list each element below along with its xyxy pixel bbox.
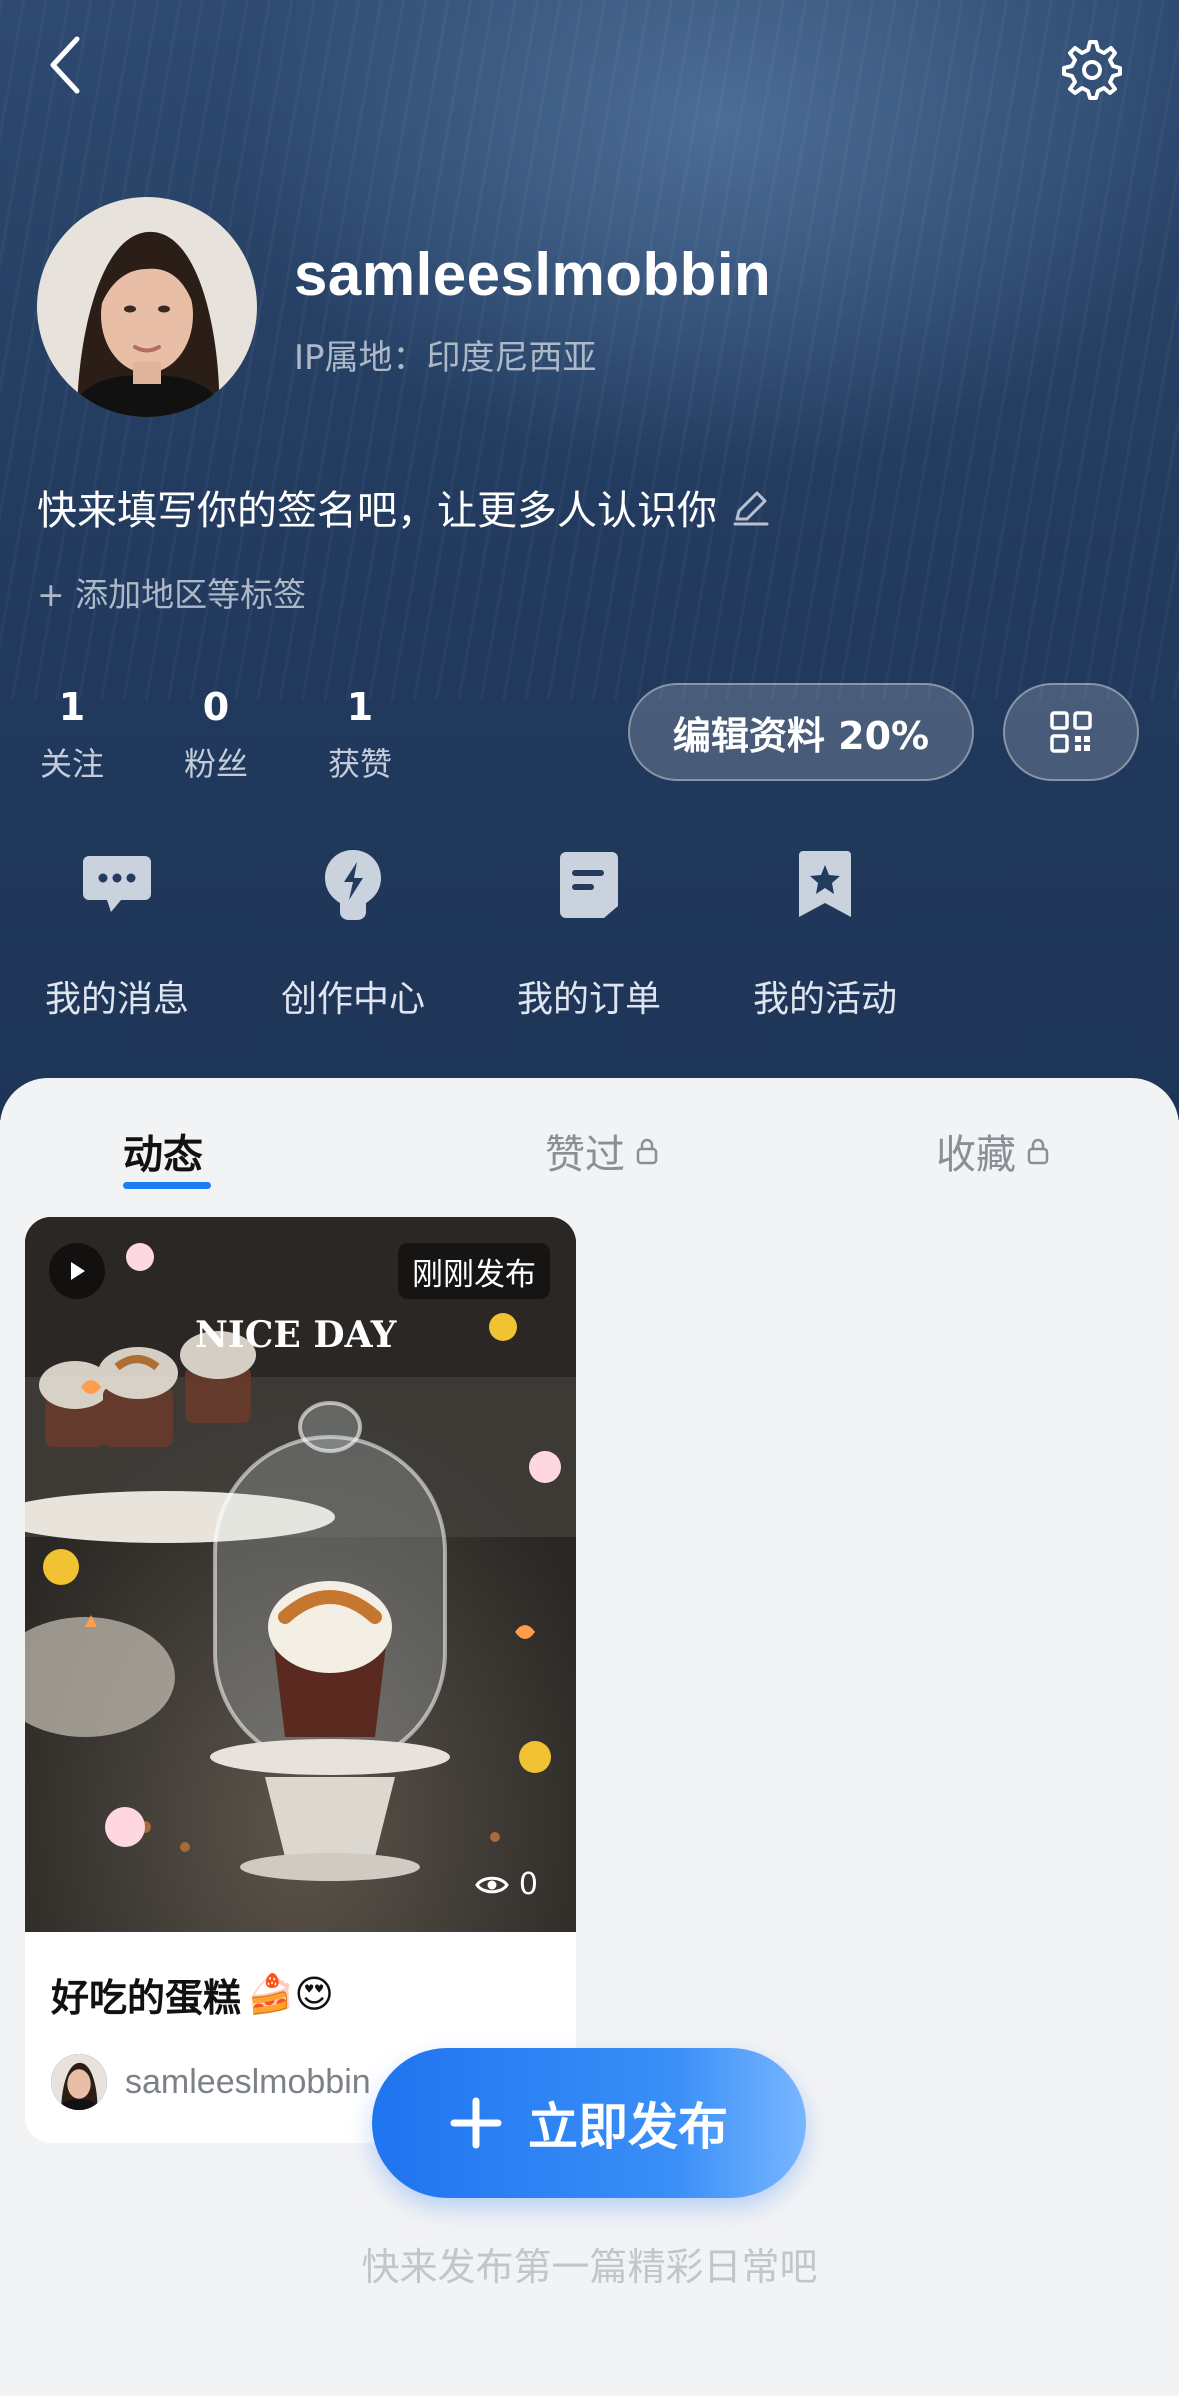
- stat-following[interactable]: 1 关注: [2, 685, 142, 785]
- view-count: 0: [475, 1867, 538, 1902]
- image-caption: NICE DAY: [195, 1314, 398, 1356]
- lock-icon: [636, 1138, 658, 1165]
- tab-liked[interactable]: 赞过: [545, 1122, 659, 1180]
- publish-label: 立即发布: [528, 2098, 728, 2156]
- lock-icon: [1027, 1138, 1049, 1165]
- plus-icon: [450, 2097, 502, 2149]
- shortcut-label: 我的订单: [516, 979, 661, 1020]
- active-tab-indicator: [123, 1182, 211, 1189]
- play-icon: [71, 1262, 85, 1280]
- tab-label: 赞过: [545, 1132, 625, 1178]
- shortcut-creator-center[interactable]: 创作中心: [253, 840, 453, 1022]
- just-posted-badge: 刚刚发布: [398, 1243, 550, 1299]
- tab-label: 收藏: [936, 1132, 1016, 1178]
- stat-label: 获赞: [327, 745, 392, 783]
- post-author[interactable]: samleeslmobbin: [51, 2054, 371, 2110]
- bio-text: 快来填写你的签名吧，让更多人认识你: [37, 488, 717, 534]
- message-icon: [83, 856, 151, 912]
- stat-value: 1: [58, 685, 86, 729]
- post-card[interactable]: NICE DAY 刚刚发布 0 好吃的蛋糕 🍰😍 samleeslmobbin: [25, 1217, 576, 2143]
- stat-value: 0: [202, 685, 230, 729]
- qr-code-button[interactable]: [1003, 683, 1139, 781]
- post-title[interactable]: 好吃的蛋糕 🍰😍: [51, 1967, 334, 2022]
- avatar[interactable]: [37, 197, 257, 417]
- qr-code-icon: [1050, 711, 1092, 753]
- edit-profile-button[interactable]: 编辑资料 20%: [628, 683, 974, 781]
- stat-label: 关注: [39, 745, 104, 783]
- content-panel: 动态 赞过 收藏 NICE DAY 刚刚发布 0 好吃的蛋糕 🍰😍 samlee…: [0, 1078, 1179, 2396]
- post-title-emojis: 🍰😍: [247, 1972, 334, 2016]
- stat-value: 1: [346, 685, 374, 729]
- back-arrow-icon: [50, 36, 80, 94]
- ip-location: IP属地：印度尼西亚: [294, 338, 597, 378]
- edit-pencil-icon: [733, 491, 769, 526]
- shortcut-messages[interactable]: 我的消息: [17, 840, 217, 1022]
- tab-favorites[interactable]: 收藏: [936, 1122, 1050, 1180]
- author-avatar[interactable]: [51, 2054, 107, 2110]
- shortcut-label: 我的消息: [44, 979, 189, 1020]
- tab-posts[interactable]: 动态: [123, 1122, 203, 1180]
- view-count-value: 0: [518, 1867, 538, 1902]
- shortcut-label: 我的活动: [752, 979, 897, 1020]
- publish-now-button[interactable]: 立即发布: [372, 2048, 806, 2198]
- stat-label: 粉丝: [183, 745, 248, 783]
- creator-icon: [325, 850, 381, 920]
- play-button[interactable]: [49, 1243, 105, 1299]
- shortcut-activities[interactable]: 我的活动: [725, 840, 925, 1022]
- post-cover-image[interactable]: NICE DAY 刚刚发布 0: [25, 1217, 576, 1932]
- add-tags-link[interactable]: + 添加地区等标签: [37, 568, 306, 616]
- profile-header: samleeslmobbin IP属地：印度尼西亚 快来填写你的签名吧，让更多人…: [0, 0, 1179, 1120]
- tab-label: 动态: [123, 1132, 203, 1178]
- shortcut-label: 创作中心: [280, 979, 425, 1020]
- back-button[interactable]: [30, 30, 100, 100]
- eye-icon: [475, 1876, 509, 1893]
- username: samleeslmobbin: [294, 241, 772, 308]
- cupcake-illustration: NICE DAY: [25, 1217, 576, 1932]
- shortcut-orders[interactable]: 我的订单: [489, 840, 689, 1022]
- empty-hint: 快来发布第一篇精彩日常吧: [361, 2245, 818, 2289]
- post-title-text: 好吃的蛋糕: [51, 1976, 242, 2020]
- stat-likes[interactable]: 1 获赞: [290, 685, 430, 785]
- stat-followers[interactable]: 0 粉丝: [146, 685, 286, 785]
- settings-button[interactable]: [1050, 30, 1134, 110]
- tab-bar: 动态 赞过 收藏: [0, 1078, 1179, 1198]
- gear-icon: [1062, 40, 1122, 100]
- order-icon: [560, 852, 618, 918]
- activity-icon: [799, 851, 851, 917]
- bio[interactable]: 快来填写你的签名吧，让更多人认识你: [37, 478, 771, 536]
- author-name: samleeslmobbin: [125, 2062, 371, 2101]
